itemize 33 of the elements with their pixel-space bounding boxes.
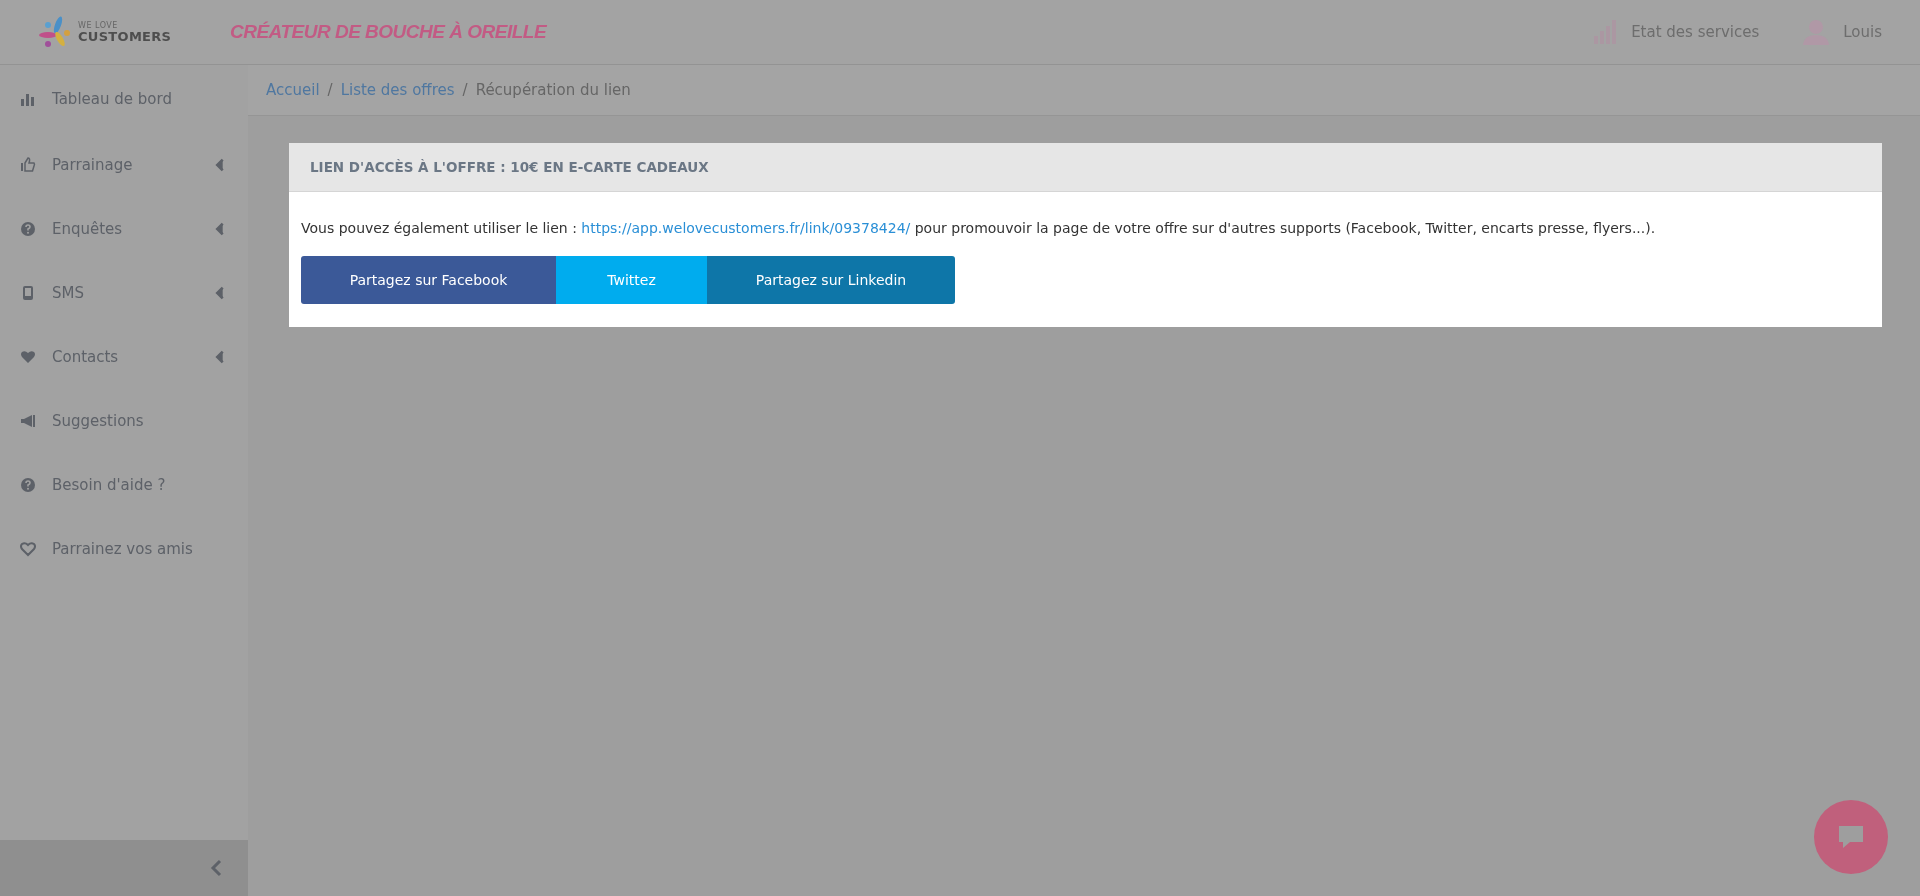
sidebar-item[interactable]: Parrainage: [0, 133, 248, 197]
breadcrumb-separator: /: [327, 81, 333, 99]
bar-chart-icon: [20, 91, 36, 107]
logo-icon: [38, 15, 72, 49]
share-button[interactable]: Partagez sur Facebook: [301, 256, 556, 304]
help-icon: [20, 477, 36, 493]
sidebar-item[interactable]: SMS: [0, 261, 248, 325]
phone-icon: [20, 285, 36, 301]
share-button[interactable]: Partagez sur Linkedin: [707, 256, 955, 304]
heart-outline-icon: [20, 541, 36, 557]
share-button[interactable]: Twittez: [556, 256, 707, 304]
card-title: LIEN D'ACCÈS À L'OFFRE : 10€ EN E-CARTE CADEAUX: [289, 143, 1882, 192]
sidebar-item[interactable]: Suggestions: [0, 389, 248, 453]
megaphone-icon: [20, 413, 36, 429]
sidebar-item[interactable]: Enquêtes: [0, 197, 248, 261]
breadcrumb-current: Récupération du lien: [475, 81, 631, 99]
sidebar-item[interactable]: Parrainez vos amis: [0, 517, 248, 581]
sidebar-item[interactable]: Contacts: [0, 325, 248, 389]
logo-text: WE LOVE: [78, 21, 119, 30]
chevron-left-icon[interactable]: [210, 859, 222, 877]
tagline: CRÉATEUR DE BOUCHE À OREILLE: [230, 21, 547, 43]
sidebar-collapse-bar[interactable]: [0, 840, 248, 896]
sidebar-item[interactable]: Besoin d'aide ?: [0, 453, 248, 517]
heart-icon: [20, 349, 36, 365]
thumbs-up-icon: [20, 157, 36, 173]
breadcrumb-link[interactable]: Accueil: [266, 81, 320, 99]
logo-text: CUSTOMERS: [78, 29, 172, 43]
offer-link[interactable]: https://app.welovecustomers.fr/link/09378424/: [581, 220, 911, 236]
breadcrumb-separator: /: [462, 81, 468, 99]
breadcrumb-link[interactable]: Liste des offres: [340, 81, 455, 99]
sidebar-item[interactable]: Tableau de bord: [0, 65, 248, 133]
info-text: Vous pouvez également utiliser le lien : https://app.welovecustomers.fr/link/09378424/ pour promouvoir la page de votre offre sur d'autres supports (Facebook, Twitter, encarts presse, flyers...).: [301, 220, 1657, 236]
question-icon: [20, 221, 36, 237]
